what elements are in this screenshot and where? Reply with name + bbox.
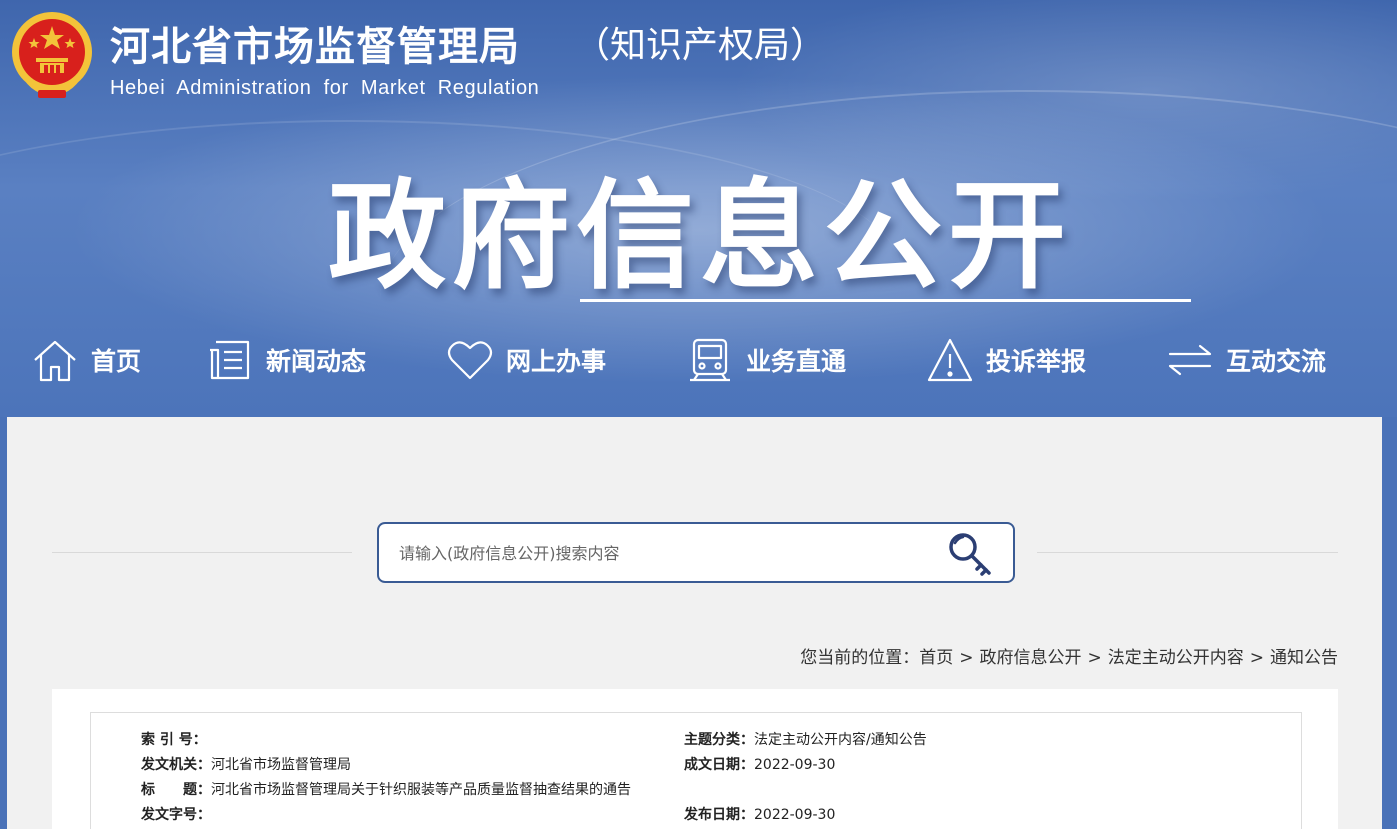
document-icon <box>210 340 250 380</box>
nav-item-news[interactable]: 新闻动态 <box>206 330 366 390</box>
nav-label: 互动交流 <box>1226 347 1327 376</box>
site-english-name: Hebei Administration for Market Regulati… <box>110 77 540 99</box>
breadcrumb-item-statutory[interactable]: 法定主动公开内容 <box>1108 648 1244 668</box>
heart-icon <box>447 341 493 380</box>
meta-label: 发布日期： <box>684 807 754 823</box>
search-key-icon[interactable] <box>945 529 995 577</box>
breadcrumb-separator: > <box>959 648 974 668</box>
meta-label: 成文日期： <box>684 757 754 773</box>
breadcrumb-separator: > <box>1087 648 1102 668</box>
meta-title: 标 题：河北省市场监督管理局关于针织服装等产品质量监督抽查结果的通告 <box>141 779 631 799</box>
header-banner: 河北省市场监督管理局 （知识产权局） Hebei Administration … <box>0 0 1397 417</box>
divider-right <box>1037 552 1338 553</box>
nav-label: 网上办事 <box>506 347 607 376</box>
nav-item-business[interactable]: 业务直通 <box>686 330 846 390</box>
site-title: 河北省市场监督管理局 <box>110 24 520 70</box>
nav-item-complaint[interactable]: 投诉举报 <box>926 330 1086 390</box>
meta-doc-no: 发文字号： <box>141 804 211 824</box>
meta-written-date: 成文日期：2022-09-30 <box>684 754 835 774</box>
hero-underline <box>580 299 1191 302</box>
meta-publish-date: 发布日期：2022-09-30 <box>684 804 835 824</box>
nav-label: 业务直通 <box>746 347 847 376</box>
meta-label: 主题分类： <box>684 732 754 748</box>
nav-label: 新闻动态 <box>266 347 367 376</box>
site-subtitle: （知识产权局） <box>574 25 827 66</box>
meta-issuer: 发文机关：河北省市场监督管理局 <box>141 754 351 774</box>
breadcrumb-item-home[interactable]: 首页 <box>919 648 953 668</box>
breadcrumb-item-gov-info[interactable]: 政府信息公开 <box>980 648 1082 668</box>
home-icon <box>34 340 76 382</box>
meta-label: 发文机关： <box>141 757 211 773</box>
search-input[interactable] <box>399 538 919 568</box>
main-content: 您当前的位置：首页>政府信息公开>法定主动公开内容>通知公告 索 引 号： 主题… <box>7 417 1382 829</box>
meta-index-no: 索 引 号： <box>141 729 207 749</box>
document-card: 索 引 号： 主题分类：法定主动公开内容/通知公告 发文机关：河北省市场监督管理… <box>52 689 1338 829</box>
meta-value: 法定主动公开内容/通知公告 <box>754 732 927 748</box>
meta-value: 2022-09-30 <box>754 757 836 773</box>
hero-title: 政府信息公开 <box>327 167 1072 305</box>
train-icon <box>690 338 730 382</box>
nav-item-home[interactable]: 首页 <box>31 330 141 390</box>
breadcrumb-item-notices[interactable]: 通知公告 <box>1270 648 1338 668</box>
nav-item-interaction[interactable]: 互动交流 <box>1166 330 1326 390</box>
breadcrumb: 您当前的位置：首页 > 政府信息公开 > 法定主动公开内容 > 通知公告 <box>800 643 1338 668</box>
meta-value: 河北省市场监督管理局关于针织服装等产品质量监督抽查结果的通告 <box>211 782 631 798</box>
meta-value: 河北省市场监督管理局 <box>211 757 351 773</box>
document-meta-table: 索 引 号： 主题分类：法定主动公开内容/通知公告 发文机关：河北省市场监督管理… <box>90 712 1302 829</box>
meta-label: 标 题： <box>141 782 211 798</box>
exchange-arrows-icon <box>1168 344 1212 376</box>
meta-topic: 主题分类：法定主动公开内容/通知公告 <box>684 729 927 749</box>
warning-icon <box>927 338 973 382</box>
divider-left <box>52 552 352 553</box>
nav-label: 首页 <box>91 347 142 376</box>
main-nav: 首页 新闻动态 网上办事 业务直通 投诉举报 互动交流 <box>0 330 1397 390</box>
meta-value: 2022-09-30 <box>754 807 836 823</box>
meta-label: 索 引 号： <box>141 732 207 748</box>
nav-item-online-service[interactable]: 网上办事 <box>446 330 606 390</box>
breadcrumb-prefix: 您当前的位置： <box>800 648 920 668</box>
national-emblem-icon[interactable] <box>8 8 96 100</box>
meta-label: 发文字号： <box>141 807 211 823</box>
search-box <box>377 522 1015 583</box>
breadcrumb-separator: > <box>1249 648 1264 668</box>
nav-label: 投诉举报 <box>986 347 1087 376</box>
